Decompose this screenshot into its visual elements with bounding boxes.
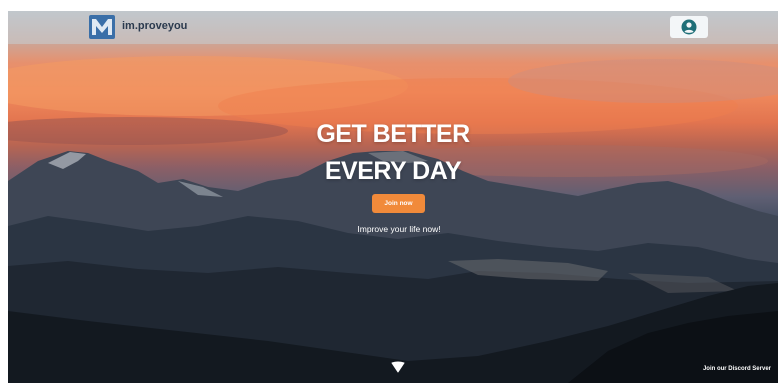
logo-mark <box>92 19 112 35</box>
m-logo-icon[interactable] <box>89 15 115 39</box>
hero-subtitle: Improve your life now! <box>357 224 441 234</box>
discord-server-link[interactable]: Join our Discord Server <box>703 366 771 372</box>
profile-button[interactable] <box>670 16 708 38</box>
landing-page: im.proveyou GET BETTER EVERY DAY Join no… <box>0 0 778 383</box>
chevron-down-icon[interactable] <box>391 361 405 373</box>
top-navigation-bar: im.proveyou <box>8 11 778 44</box>
join-now-button[interactable]: Join now <box>372 194 425 213</box>
hero-headline-line-1: GET BETTER <box>316 120 470 148</box>
user-circle-icon <box>681 19 697 35</box>
hero-section: im.proveyou GET BETTER EVERY DAY Join no… <box>8 11 778 383</box>
hero-headline-line-2: EVERY DAY <box>324 157 462 185</box>
brand-name[interactable]: im.proveyou <box>122 20 187 32</box>
